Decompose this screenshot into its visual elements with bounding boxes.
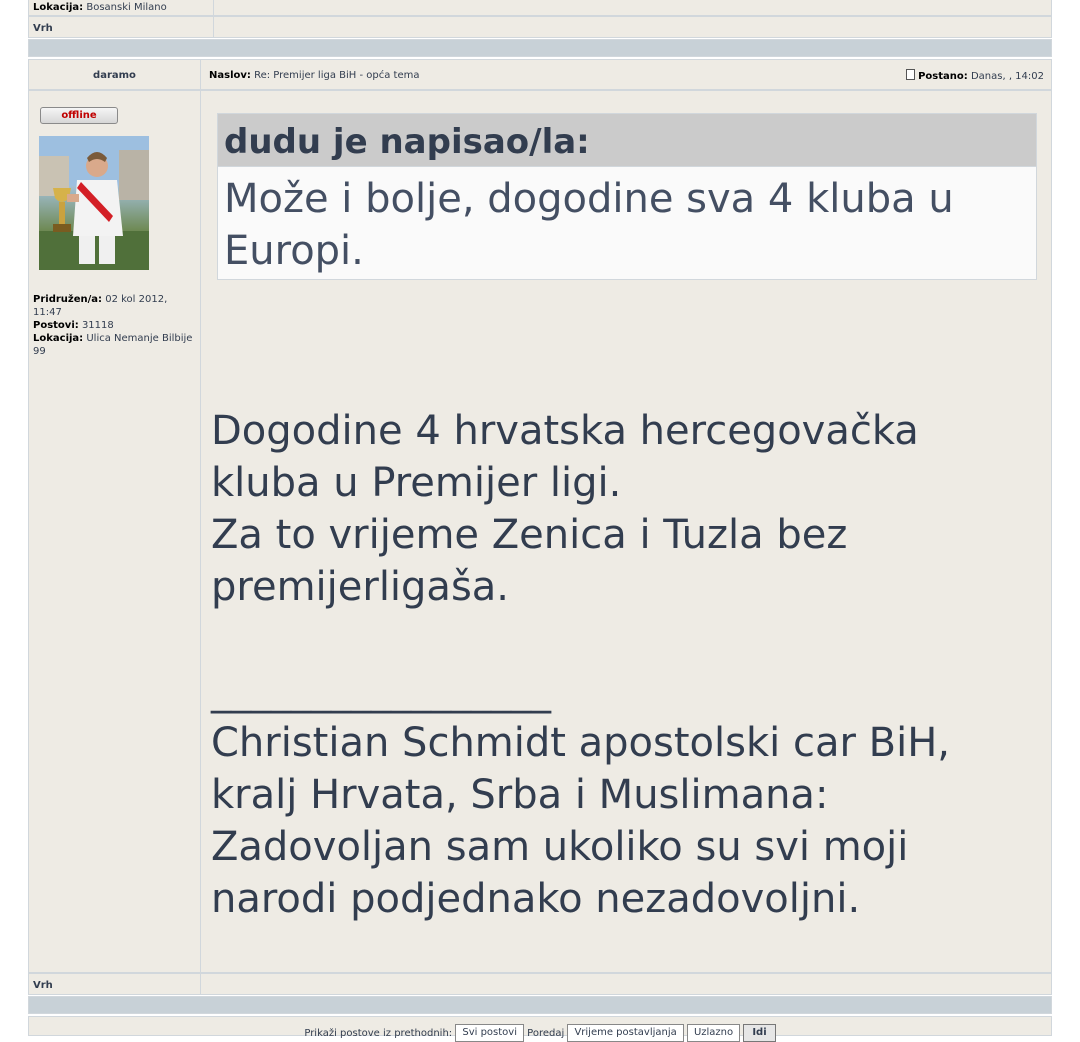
post-subject-cell: Naslov: Re: Premijer liga BiH - opća tem… xyxy=(200,59,1052,90)
previous-post-body-cell xyxy=(213,0,1052,16)
previous-post-actions-cell xyxy=(213,16,1052,38)
subject-value: Re: Premijer liga BiH - opća tema xyxy=(254,70,420,81)
display-options-bar: Prikaži postove iz prethodnih: Svi posto… xyxy=(28,1016,1052,1042)
post-body-text: Dogodine 4 hrvatska hercegovačka kluba u… xyxy=(211,405,1041,613)
posts-value: 31118 xyxy=(81,320,114,331)
subject-label: Naslov: xyxy=(209,70,251,81)
signature-text: Christian Schmidt apostolski car BiH, kr… xyxy=(211,720,950,922)
row-spacer xyxy=(28,39,1052,57)
top-link[interactable]: Vrh xyxy=(33,23,53,34)
post-body-cell: dudu je napisao/la: Može i bolje, dogodi… xyxy=(200,90,1052,973)
poster-details: Pridružen/a: 02 kol 2012, 11:47 Postovi:… xyxy=(33,293,193,358)
post-link-icon[interactable] xyxy=(905,69,915,80)
signature-separator: _________________ xyxy=(211,668,551,714)
top-link[interactable]: Vrh xyxy=(33,980,53,991)
post-actions-cell xyxy=(200,973,1052,995)
joined-label: Pridružen/a: xyxy=(33,294,103,305)
sort-label: Poredaj xyxy=(527,1028,565,1039)
posts-label: Postovi: xyxy=(33,320,79,331)
post-profile-cell: offline Pridružen/a: 02 kol 2012, 11:47 … xyxy=(28,90,201,973)
post-body-line2: Za to vrijeme Zenica i Tuzla bez premije… xyxy=(211,512,848,610)
post-author-name[interactable]: daramo xyxy=(93,70,136,81)
signature-block: _________________ Christian Schmidt apos… xyxy=(211,665,1041,925)
avatar xyxy=(39,136,149,270)
post-top-cell: Vrh xyxy=(28,973,201,995)
sort-select[interactable]: Vrijeme postavljanja xyxy=(567,1024,684,1042)
go-button[interactable]: Idi xyxy=(743,1024,776,1042)
location-value: Bosanski Milano xyxy=(86,2,167,13)
posted-label: Postano: xyxy=(918,71,968,82)
quote-block: dudu je napisao/la: Može i bolje, dogodi… xyxy=(217,113,1037,280)
status-badge: offline xyxy=(40,107,118,124)
location-label: Lokacija: xyxy=(33,333,84,344)
quote-text: Može i bolje, dogodine sva 4 kluba u Eur… xyxy=(217,167,1037,280)
display-select[interactable]: Svi postovi xyxy=(455,1024,524,1042)
display-label: Prikaži postove iz prethodnih: xyxy=(304,1028,453,1039)
row-spacer xyxy=(28,996,1052,1014)
post-author-cell: daramo xyxy=(28,59,201,90)
avatar-image xyxy=(39,136,149,270)
posted-value: Danas, , 14:02 xyxy=(970,71,1044,82)
previous-post-profile-cell: Lokacija: Bosanski Milano xyxy=(28,0,214,16)
post-body-line1: Dogodine 4 hrvatska hercegovačka kluba u… xyxy=(211,408,919,506)
location-label: Lokacija: xyxy=(33,2,84,13)
order-select[interactable]: Uzlazno xyxy=(686,1024,741,1042)
previous-post-top-cell: Vrh xyxy=(28,16,214,38)
quote-header: dudu je napisao/la: xyxy=(217,113,1037,167)
